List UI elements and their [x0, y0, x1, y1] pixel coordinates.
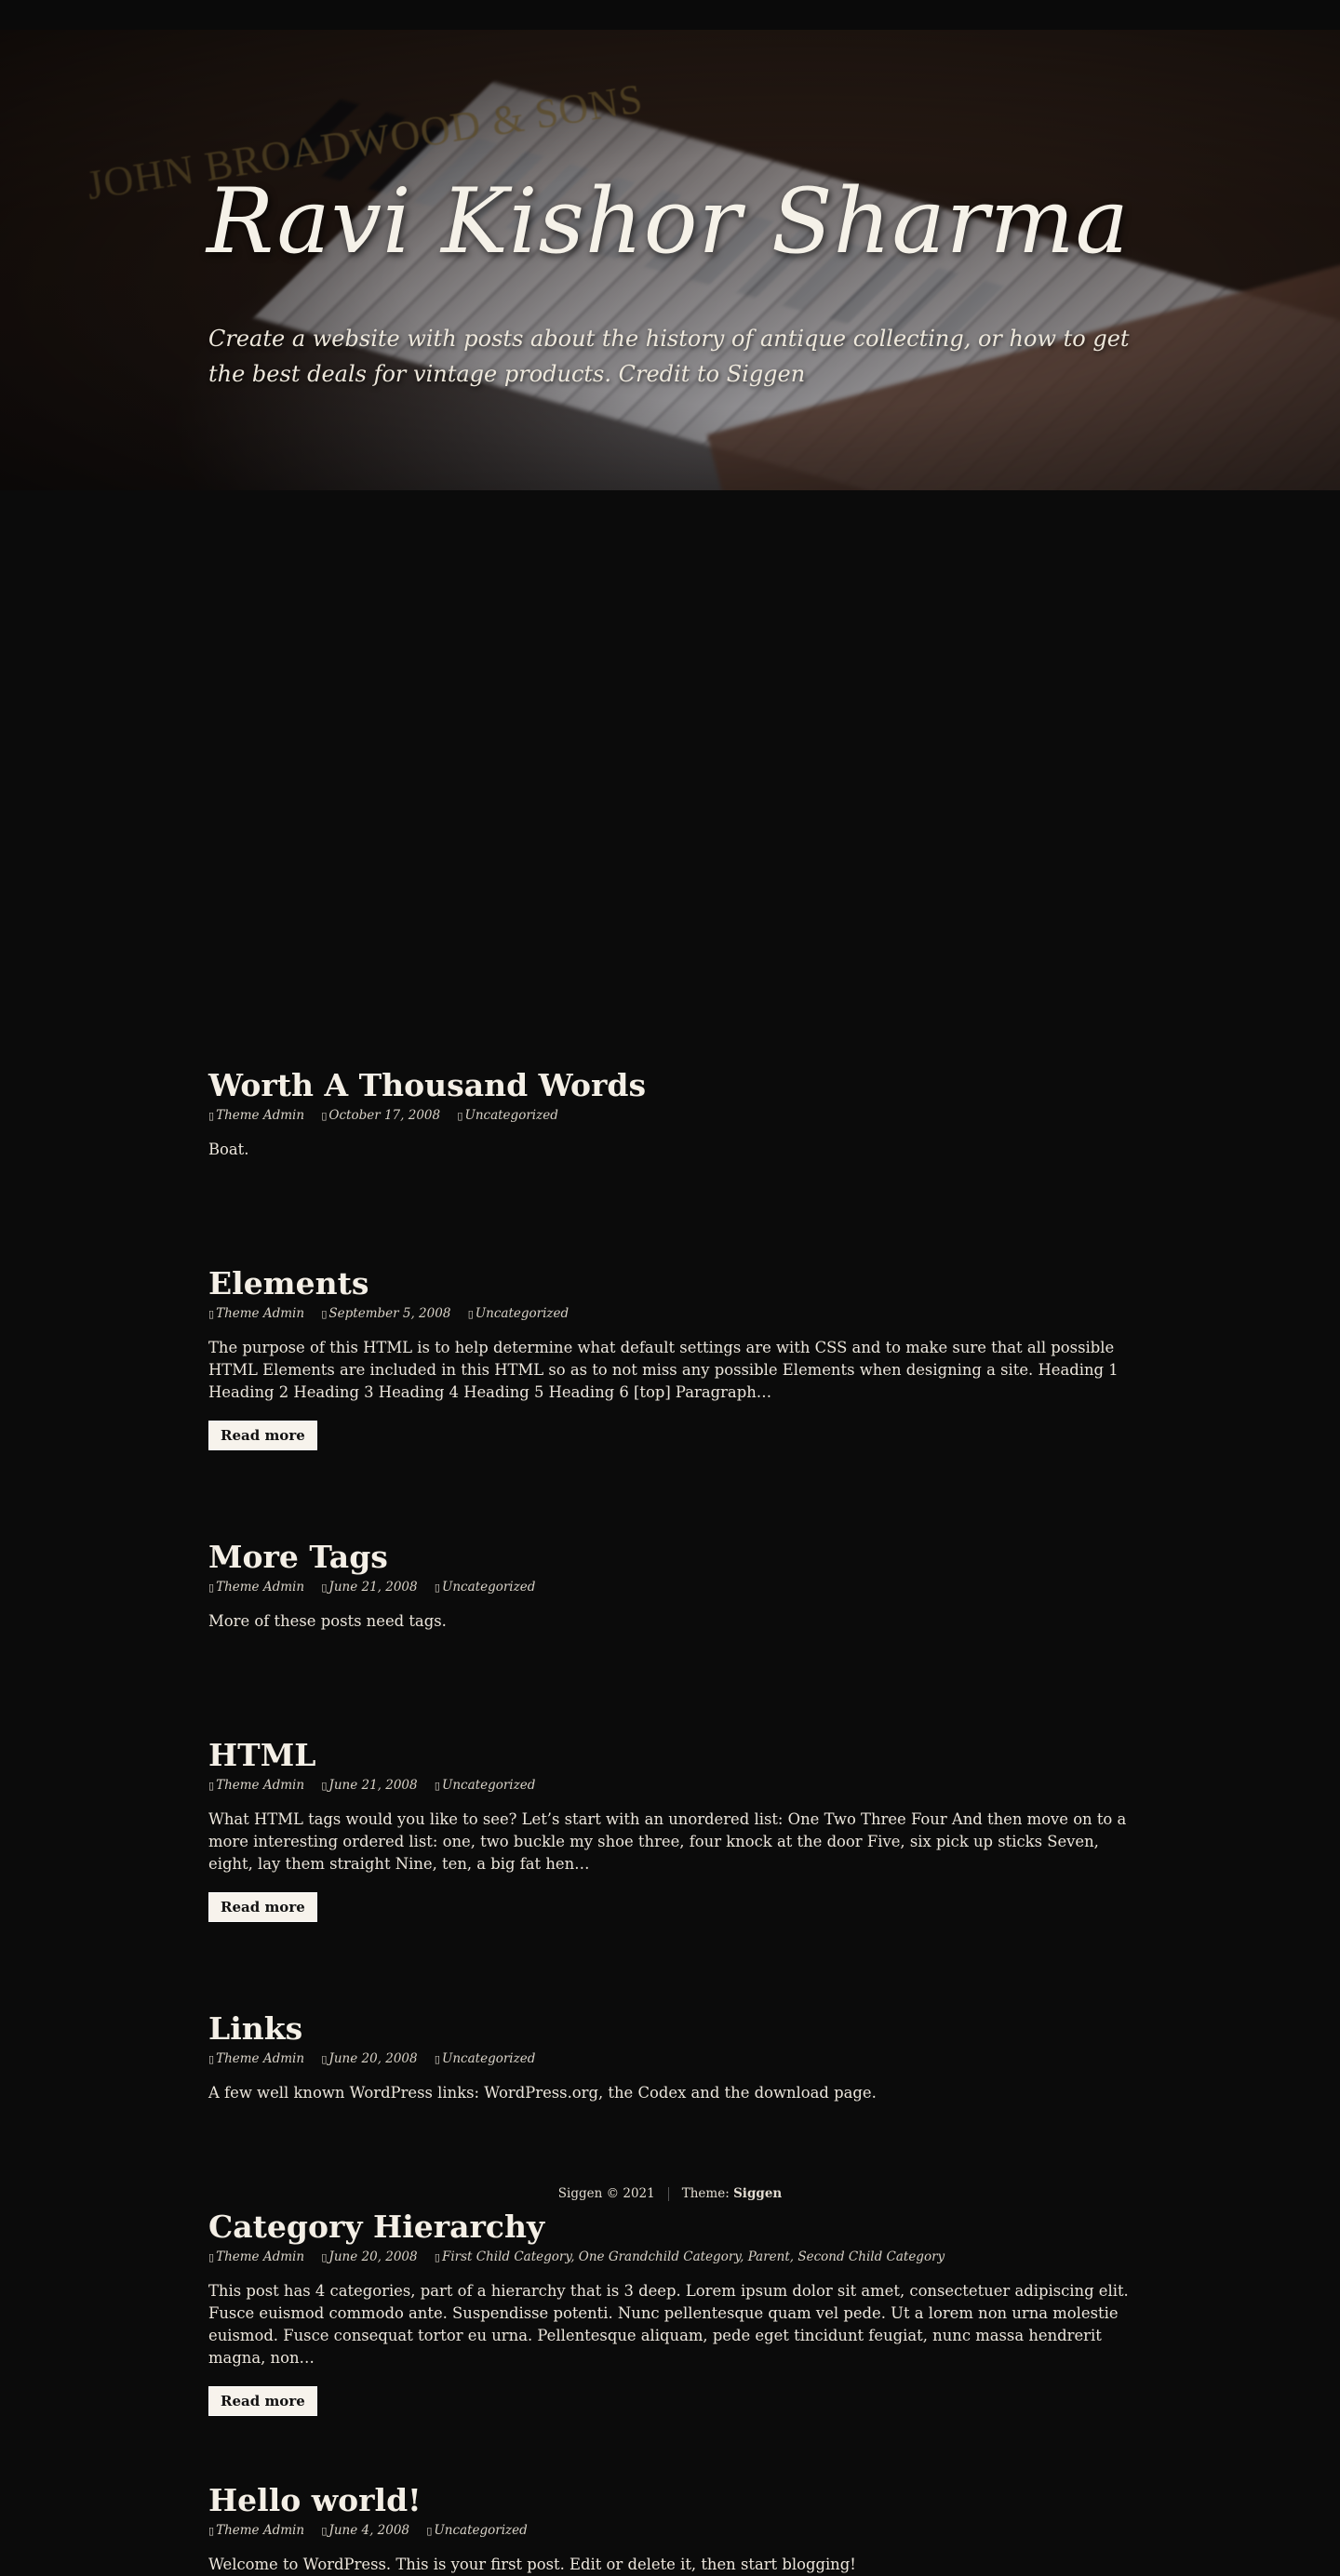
post-date[interactable]: June 4, 2008	[328, 2523, 409, 2538]
post-author[interactable]: Theme Admin	[216, 1108, 304, 1123]
post-title[interactable]: Category Hierarchy	[208, 2209, 1130, 2246]
user-icon: ▯	[208, 1308, 215, 1320]
user-icon: ▯	[208, 1110, 215, 1122]
post-excerpt: More of these posts need tags.	[208, 1612, 447, 1630]
post-meta: ▯ Theme Admin ▯ June 21, 2008 ▯ Uncategoriz…	[208, 1580, 1130, 1595]
post-excerpt: Boat.	[208, 1141, 249, 1158]
post-title[interactable]: Hello world!	[208, 2482, 1130, 2519]
read-more-button[interactable]: Read more	[208, 2386, 317, 2416]
user-icon: ▯	[208, 1582, 215, 1594]
post-item: Elements ▯ Theme Admin ▯ September 5, 2008…	[208, 1265, 1130, 1450]
calendar-icon: ▯	[321, 1582, 328, 1594]
post-author[interactable]: Theme Admin	[216, 1778, 304, 1793]
post-categories[interactable]: Uncategorized	[442, 2051, 535, 2066]
read-more-button[interactable]: Read more	[208, 1421, 317, 1450]
user-icon: ▯	[208, 2251, 215, 2263]
post-categories[interactable]: Uncategorized	[442, 1778, 535, 1793]
user-icon: ▯	[208, 1780, 215, 1792]
calendar-icon: ▯	[321, 1110, 328, 1122]
footer-theme-link[interactable]: Siggen	[733, 2186, 782, 2201]
folder-icon: ▯	[457, 1110, 463, 1122]
post-meta: ▯ Theme Admin ▯ June 21, 2008 ▯ Uncategoriz…	[208, 1778, 1130, 1793]
calendar-icon: ▯	[321, 2251, 328, 2263]
site-description: Create a website with posts about the hi…	[208, 326, 1130, 387]
post-meta: ▯ Theme Admin ▯ June 20, 2008 ▯ Uncategoriz…	[208, 2051, 1130, 2066]
post-categories[interactable]: Uncategorized	[464, 1108, 557, 1123]
post-item: Hello world! ▯ Theme Admin ▯ June 4, 2008 …	[208, 2482, 1130, 2576]
calendar-icon: ▯	[321, 1780, 328, 1792]
folder-icon: ▯	[434, 2251, 440, 2263]
post-excerpt: The purpose of this HTML is to help dete…	[208, 1339, 1119, 1401]
post-item: HTML ▯ Theme Admin ▯ June 21, 2008 ▯ Uncate…	[208, 1737, 1130, 1922]
post-author[interactable]: Theme Admin	[216, 2249, 304, 2264]
user-icon: ▯	[208, 2053, 215, 2065]
post-item: Worth A Thousand Words ▯ Theme Admin ▯ Oct…	[208, 1067, 1130, 1161]
post-title[interactable]: HTML	[208, 1737, 1130, 1774]
post-excerpt: This post has 4 categories, part of a hi…	[208, 2282, 1129, 2367]
footer-divider	[667, 2187, 669, 2201]
post-date[interactable]: June 20, 2008	[328, 2249, 417, 2264]
read-more-button[interactable]: Read more	[208, 1892, 317, 1922]
footer-copyright: Siggen © 2021	[557, 2186, 655, 2201]
post-excerpt: Welcome to WordPress. This is your first…	[208, 2556, 856, 2573]
post-categories[interactable]: First Child Category, One Grandchild Cat…	[442, 2249, 945, 2264]
post-date[interactable]: June 20, 2008	[328, 2051, 417, 2066]
post-excerpt: A few well known WordPress links: WordPr…	[208, 2084, 877, 2102]
post-item: Category Hierarchy ▯ Theme Admin ▯ June 20…	[208, 2209, 1130, 2416]
post-date[interactable]: June 21, 2008	[328, 1778, 417, 1793]
post-meta: ▯ Theme Admin ▯ June 20, 2008 ▯ First Child…	[208, 2249, 1130, 2264]
site-title[interactable]: Ravi Kishor Sharma	[207, 169, 1130, 274]
folder-icon: ▯	[434, 1780, 440, 1792]
post-categories[interactable]: Uncategorized	[442, 1580, 535, 1595]
post-title[interactable]: Worth A Thousand Words	[208, 1067, 1130, 1104]
post-title[interactable]: More Tags	[208, 1539, 1130, 1576]
post-author[interactable]: Theme Admin	[216, 2523, 304, 2538]
post-author[interactable]: Theme Admin	[216, 1580, 304, 1595]
post-title[interactable]: Links	[208, 2010, 1130, 2048]
post-categories[interactable]: Uncategorized	[434, 2523, 527, 2538]
folder-icon: ▯	[434, 2053, 440, 2065]
post-excerpt: What HTML tags would you like to see? Le…	[208, 1810, 1127, 1873]
folder-icon: ▯	[467, 1308, 474, 1320]
post-date[interactable]: October 17, 2008	[328, 1108, 440, 1123]
site-footer: Siggen © 2021 Theme: Siggen	[0, 2186, 1340, 2201]
folder-icon: ▯	[426, 2525, 433, 2537]
calendar-icon: ▯	[321, 2053, 328, 2065]
calendar-icon: ▯	[321, 1308, 328, 1320]
post-author[interactable]: Theme Admin	[216, 1306, 304, 1321]
post-meta: ▯ Theme Admin ▯ September 5, 2008 ▯ Uncateg…	[208, 1306, 1130, 1321]
site-header: JOHN BROADWOOD & SONS Ravi Kishor Sharma…	[0, 30, 1340, 490]
footer-theme-label: Theme:	[681, 2186, 730, 2201]
top-bar	[0, 0, 1340, 30]
post-item: More Tags ▯ Theme Admin ▯ June 21, 2008 ▯ U…	[208, 1539, 1130, 1633]
post-meta: ▯ Theme Admin ▯ June 4, 2008 ▯ Uncategorize…	[208, 2523, 1130, 2538]
post-date[interactable]: September 5, 2008	[328, 1306, 450, 1321]
post-date[interactable]: June 21, 2008	[328, 1580, 417, 1595]
user-icon: ▯	[208, 2525, 215, 2537]
post-item: Links ▯ Theme Admin ▯ June 20, 2008 ▯ Uncat…	[208, 2010, 1130, 2104]
post-author[interactable]: Theme Admin	[216, 2051, 304, 2066]
post-categories[interactable]: Uncategorized	[476, 1306, 569, 1321]
folder-icon: ▯	[434, 1582, 440, 1594]
post-title[interactable]: Elements	[208, 1265, 1130, 1302]
post-meta: ▯ Theme Admin ▯ October 17, 2008 ▯ Uncatego…	[208, 1108, 1130, 1123]
calendar-icon: ▯	[321, 2525, 328, 2537]
